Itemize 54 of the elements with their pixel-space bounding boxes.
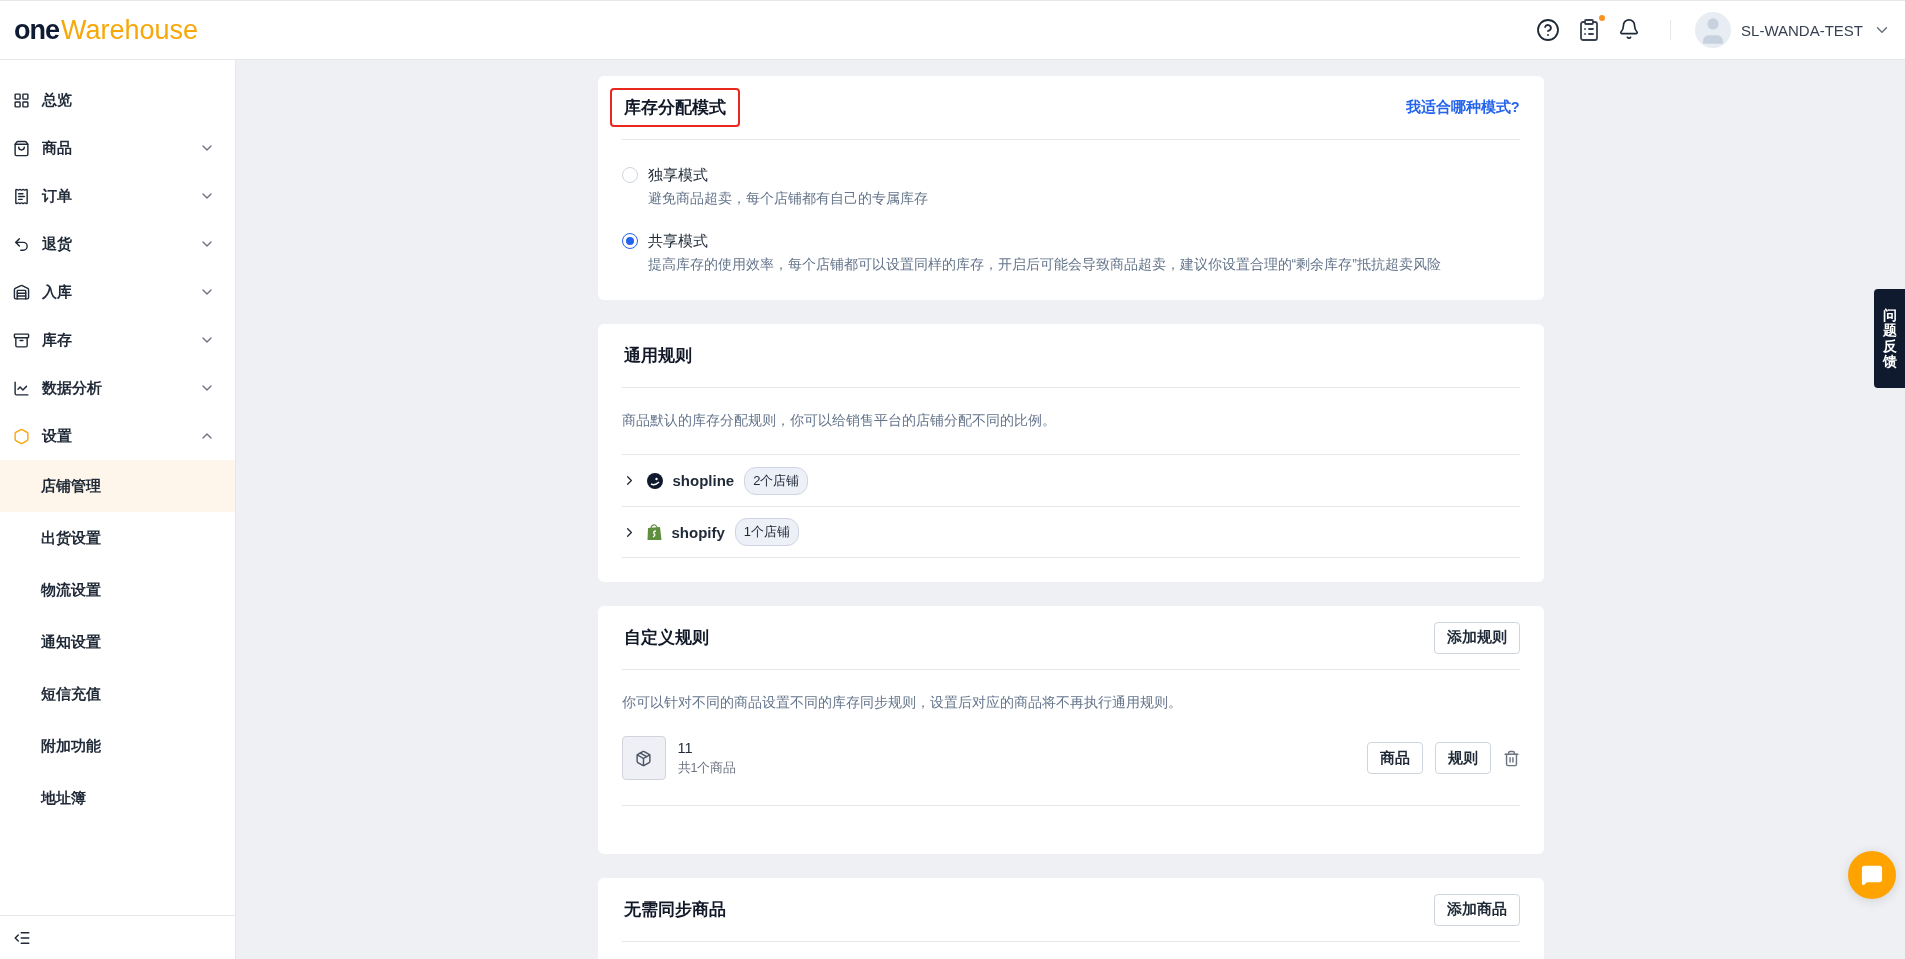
logo-text: one: [14, 14, 59, 46]
chart-icon: [13, 379, 30, 397]
rule-name: 11: [677, 739, 694, 756]
feedback-tab[interactable]: 问题反馈: [1874, 289, 1905, 388]
card-title: 自定义规则: [622, 627, 710, 649]
option-description: 避免商品超卖，每个店铺都有自己的专属库存: [647, 190, 928, 208]
store-count-badge: 2个店铺: [744, 466, 809, 495]
shopping-bag-logo-icon: [646, 523, 662, 541]
option-description: 提高库存的使用效率，每个店铺都可以设置同样的库存，开启后可能会导致商品超卖，建议你设置合理的“剩余库存”抵抗超卖风险: [647, 256, 1441, 274]
logo-text: Warehouse: [61, 14, 199, 46]
clipboard-icon[interactable]: [1577, 18, 1602, 42]
sidebar-subitem[interactable]: 地址簿: [0, 772, 235, 824]
card-description: 商品默认的库存分配规则，你可以给销售平台的店铺分配不同的比例。: [621, 411, 1057, 430]
bag-icon: [13, 139, 30, 157]
sidebar-subitem[interactable]: 物流设置: [0, 564, 235, 616]
sidebar-subitem[interactable]: 通知设置: [0, 616, 235, 668]
store-icon: [13, 283, 30, 301]
rule-action-button[interactable]: 规则: [1434, 742, 1491, 774]
store-count-badge: 1个店铺: [734, 518, 800, 546]
sidebar-item[interactable]: 库存: [0, 316, 235, 364]
option-label: 独享模式: [647, 166, 709, 185]
rule-action-button[interactable]: 商品: [1366, 742, 1423, 774]
delete-icon[interactable]: [1502, 749, 1520, 767]
rule-product-count: 共1个商品: [677, 759, 738, 777]
sidebar-subitem[interactable]: 附加功能: [0, 720, 235, 772]
sidebar-item[interactable]: 商品: [0, 124, 235, 172]
sidebar-item[interactable]: 退货: [0, 220, 235, 268]
card-title: 无需同步商品: [622, 899, 727, 921]
sidebar-subitem[interactable]: 出货设置: [0, 512, 235, 564]
sidebar-item[interactable]: 设置: [0, 412, 235, 460]
platform-name: shopline: [672, 472, 735, 489]
card-title: 通用规则: [622, 345, 693, 367]
hexagon-icon: [13, 427, 30, 445]
sidebar-subitem[interactable]: 店铺管理: [0, 460, 235, 512]
sidebar-item[interactable]: 总览: [0, 76, 235, 124]
sidebar-item[interactable]: 入库: [0, 268, 235, 316]
sidebar-item[interactable]: 订单: [0, 172, 235, 220]
platform-name: shopify: [671, 523, 725, 541]
grid-icon: [13, 91, 30, 109]
return-icon: [13, 235, 30, 253]
chat-icon: [1861, 864, 1883, 886]
receipt-icon: [13, 187, 30, 205]
archive-icon: [13, 331, 30, 349]
package-icon: [635, 749, 652, 767]
add-product-button[interactable]: 添加商品: [1433, 893, 1520, 926]
card-title: 库存分配模式: [609, 88, 740, 127]
help-link[interactable]: 我适合哪种模式?: [1405, 98, 1520, 117]
sidebar-item[interactable]: 数据分析: [0, 364, 235, 412]
help-icon[interactable]: [1536, 18, 1561, 42]
option-label: 共享模式: [647, 232, 709, 251]
user-name[interactable]: SL-WANDA-TEST: [1741, 21, 1863, 39]
add-rule-button[interactable]: 添加规则: [1433, 621, 1520, 654]
sidebar-subitem[interactable]: 短信充值: [0, 668, 235, 720]
card-description: 你可以针对不同的商品设置不同的库存同步规则，设置后对应的商品将不再执行通用规则。: [621, 693, 1183, 712]
